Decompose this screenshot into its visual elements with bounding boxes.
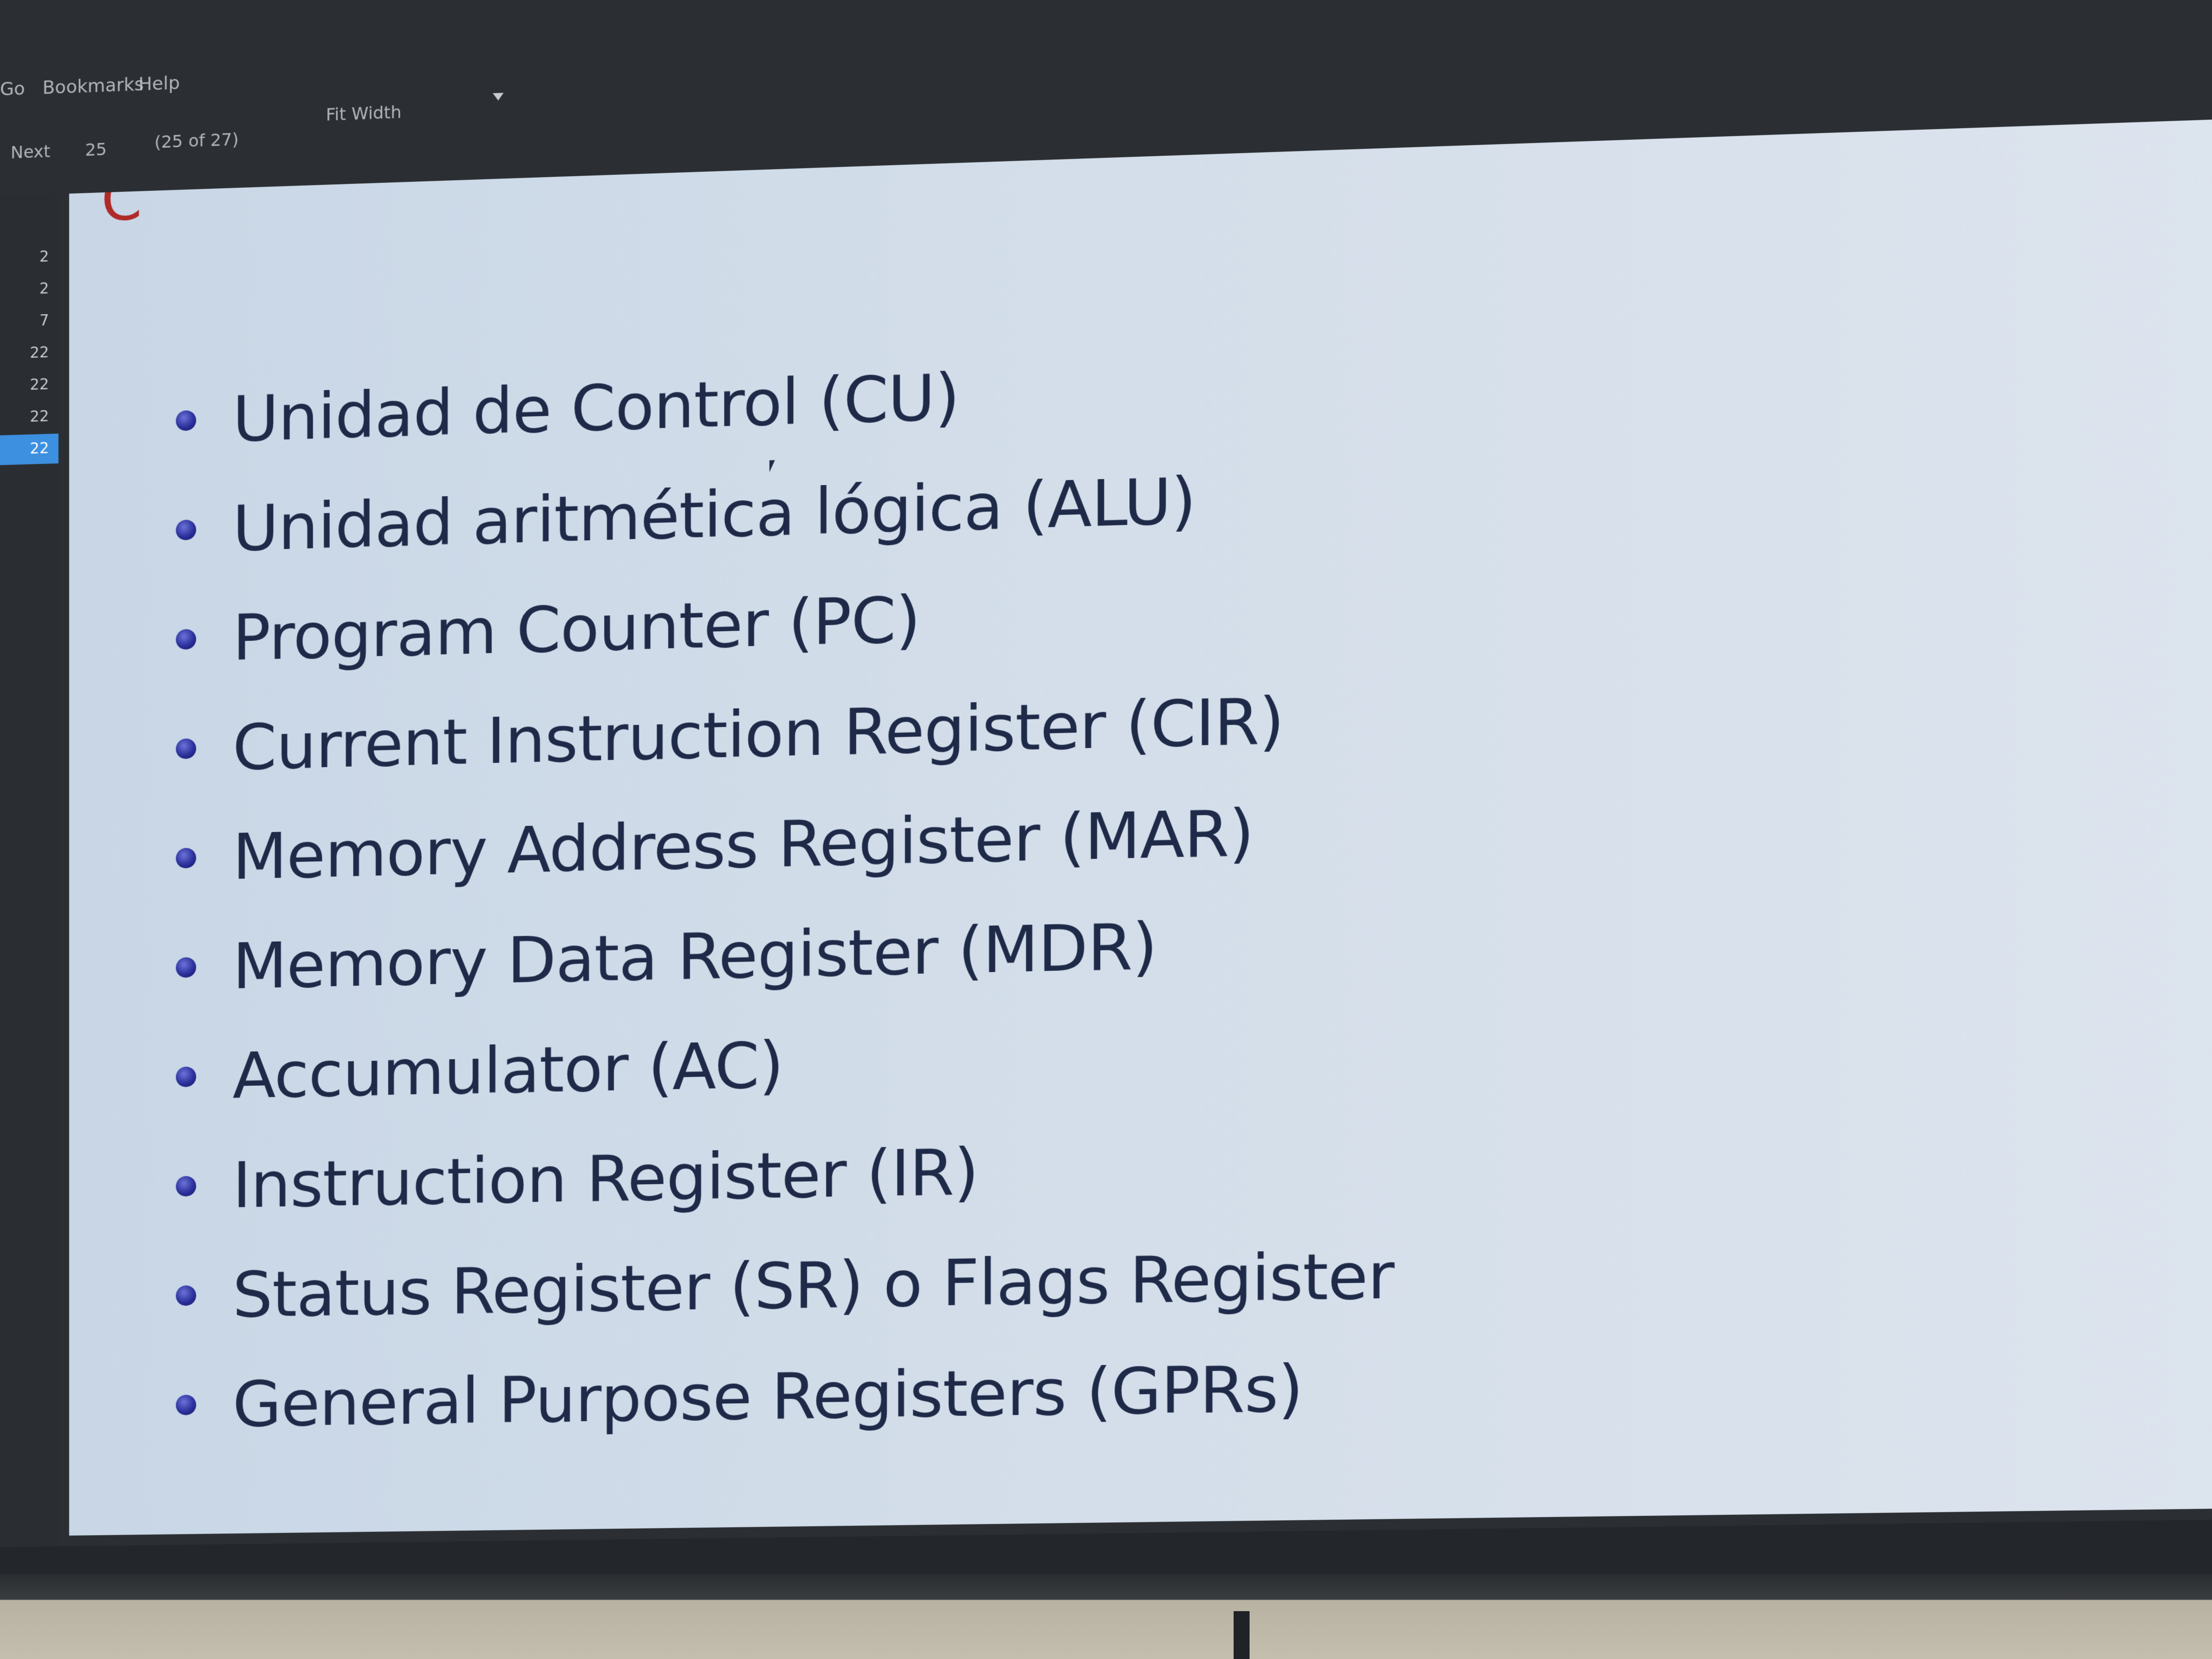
list-item: Status Register (SR) o Flags Register xyxy=(176,1220,1394,1350)
bullet-icon xyxy=(176,957,196,978)
monitor-bottom-edge xyxy=(0,1574,2212,1659)
chevron-down-icon[interactable] xyxy=(493,93,504,101)
photo-scene: Go Bookmarks Help Next 25 (25 of 27) Fit… xyxy=(0,0,2212,1659)
bullet-icon xyxy=(176,1394,196,1415)
menu-bar: Go Bookmarks Help xyxy=(0,15,568,101)
bullet-text: Accumulator (AC) xyxy=(232,1027,783,1112)
bullet-icon xyxy=(176,1285,196,1306)
bullet-text: Instruction Register (IR) xyxy=(232,1134,978,1222)
bullet-text: Memory Address Register (MAR) xyxy=(232,795,1253,893)
sidebar-item[interactable]: 22 xyxy=(0,338,58,370)
bullet-list: Unidad de Control (CU) Unidad aritmética… xyxy=(176,328,1394,1460)
sidebar-item-number: 2 xyxy=(39,280,49,298)
sidebar-item[interactable]: 22 xyxy=(0,370,58,402)
monitor-bezel: Go Bookmarks Help Next 25 (25 of 27) Fit… xyxy=(0,0,2212,1616)
bullet-text: Unidad aritmética lógica (ALU) xyxy=(232,463,1196,565)
pdf-viewer-window: Go Bookmarks Help Next 25 (25 of 27) Fit… xyxy=(0,0,2212,1547)
sidebar-item-number: 22 xyxy=(30,407,49,425)
bullet-icon xyxy=(176,1066,196,1087)
next-button[interactable]: Next xyxy=(11,141,51,163)
menu-item-bookmarks[interactable]: Bookmarks xyxy=(43,74,144,99)
sidebar-item[interactable]: 2 xyxy=(0,242,58,274)
slide-page: C Unidad de Control (CU) Unidad aritméti… xyxy=(69,117,2212,1536)
toolbar: Next 25 (25 of 27) Fit Width xyxy=(0,112,568,186)
thumbnail-sidebar: 2 2 7 22 22 22 22 xyxy=(0,194,58,1547)
zoom-select[interactable]: Fit Width xyxy=(326,102,401,124)
list-item: General Purpose Registers (GPRs) xyxy=(176,1331,1394,1460)
sidebar-item[interactable]: 2 xyxy=(0,274,58,306)
list-item: Instruction Register (IR) xyxy=(176,1108,1394,1241)
monitor-stand xyxy=(1234,1611,1250,1659)
bullet-text: Unidad de Control (CU) xyxy=(232,359,959,456)
page-number-input[interactable]: 25 xyxy=(85,139,107,160)
sidebar-item-number: 7 xyxy=(39,312,49,330)
bullet-icon xyxy=(176,738,196,759)
sidebar-item-number: 22 xyxy=(30,343,49,362)
bullet-text: Current Instruction Register (CIR) xyxy=(232,683,1284,784)
bullet-text: Memory Data Register (MDR) xyxy=(232,909,1157,1003)
page-count-label: (25 of 27) xyxy=(154,129,239,153)
menu-item-go[interactable]: Go xyxy=(0,78,25,100)
sidebar-item[interactable]: 7 xyxy=(0,306,58,338)
bullet-text: Program Counter (PC) xyxy=(232,582,920,675)
sidebar-item-number: 22 xyxy=(30,375,49,393)
bullet-icon xyxy=(176,629,196,649)
bullet-icon xyxy=(176,1176,196,1196)
sidebar-item[interactable]: 22 xyxy=(0,401,58,434)
bullet-icon xyxy=(176,848,196,868)
bullet-icon xyxy=(176,520,196,540)
sidebar-item-number: 22 xyxy=(30,439,49,457)
menu-item-help[interactable]: Help xyxy=(138,72,180,95)
sidebar-item-number: 2 xyxy=(39,248,49,266)
bullet-text: Status Register (SR) o Flags Register xyxy=(232,1238,1394,1331)
bullet-icon xyxy=(176,410,196,431)
sidebar-item-active[interactable]: 22 xyxy=(0,433,58,466)
bullet-text: General Purpose Registers (GPRs) xyxy=(232,1351,1303,1441)
